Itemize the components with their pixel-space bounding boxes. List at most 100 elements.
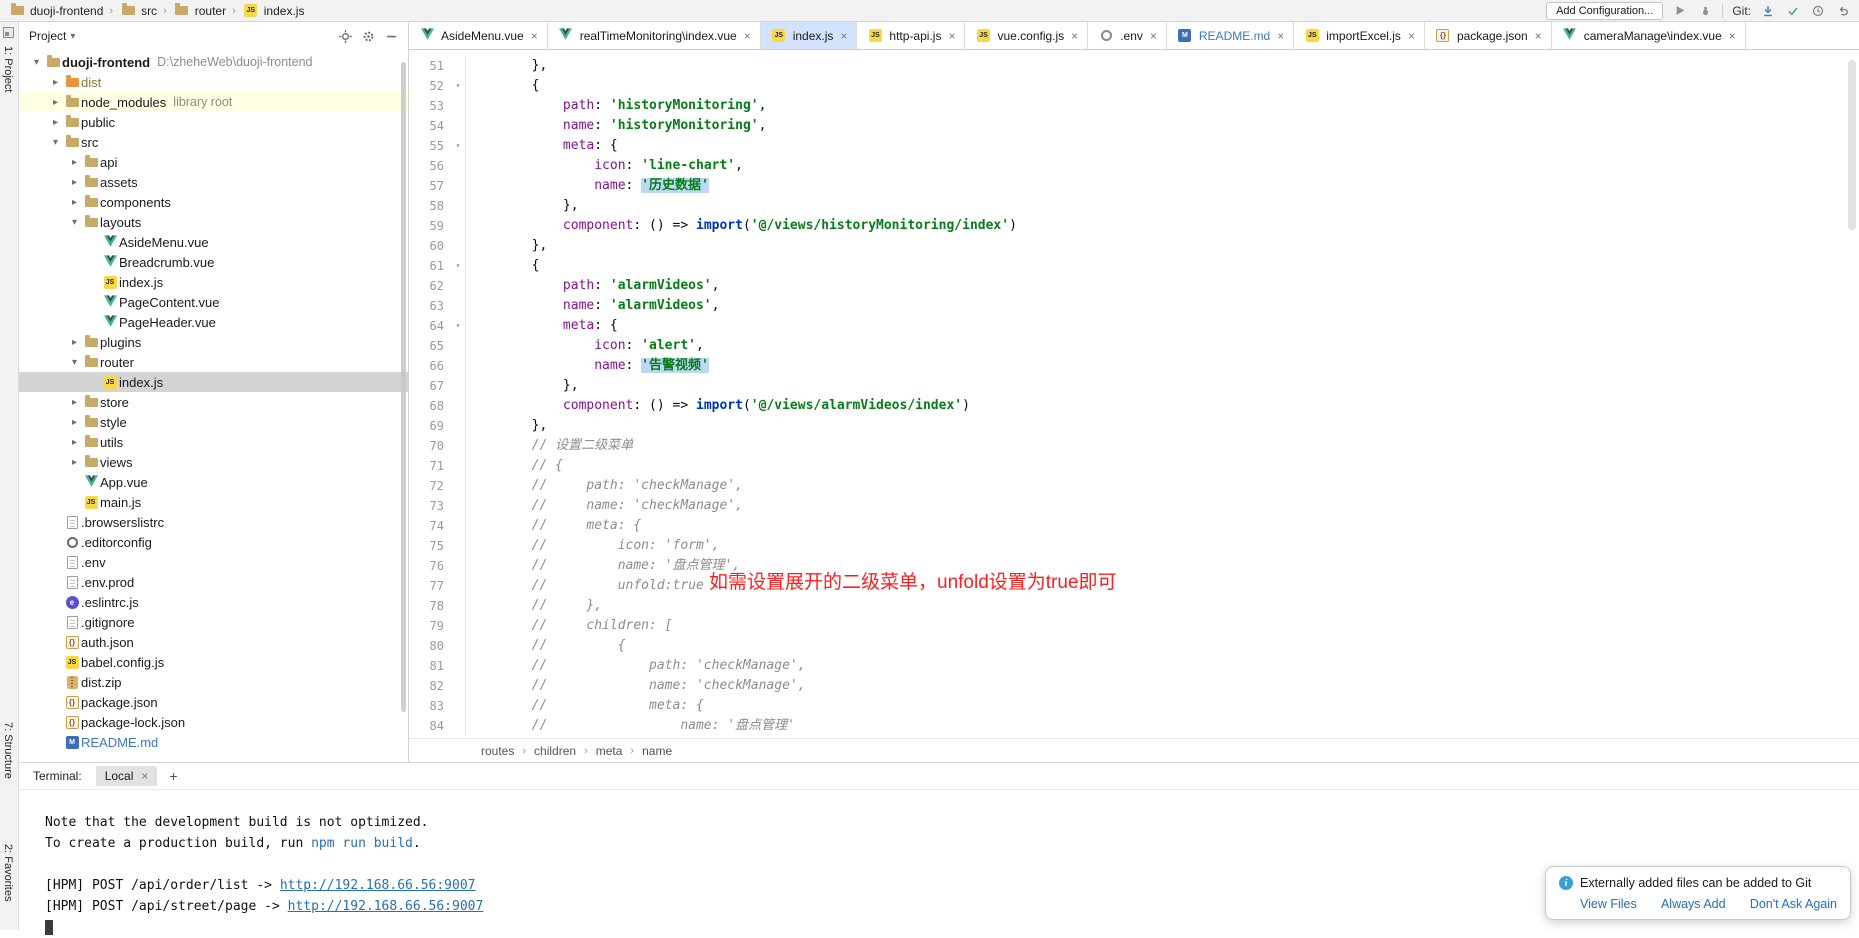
code-line[interactable]: 59 component: () => import('@/views/hist… xyxy=(409,216,1859,236)
tree-item-style[interactable]: ▸style xyxy=(19,412,408,432)
code-line[interactable]: 68 component: () => import('@/views/alar… xyxy=(409,396,1859,416)
tree-item-asidemenu-vue[interactable]: AsideMenu.vue xyxy=(19,232,408,252)
tree-item-readme-md[interactable]: MREADME.md xyxy=(19,732,408,752)
editor-tab-cameramanage-index-vue[interactable]: cameraManage\index.vue× xyxy=(1552,22,1746,49)
tree-item-dist[interactable]: ▸dist xyxy=(19,72,408,92)
line-number[interactable]: 78 xyxy=(409,596,451,616)
breadcrumb-item-duoji-frontend[interactable]: duoji-frontend xyxy=(8,4,103,18)
tree-item-package-lock-json[interactable]: {}package-lock.json xyxy=(19,712,408,732)
editor-code-area[interactable]: 51 },52▾ {53 path: 'historyMonitoring',5… xyxy=(409,50,1859,738)
gear-icon[interactable] xyxy=(361,29,375,43)
tree-item-pagecontent-vue[interactable]: PageContent.vue xyxy=(19,292,408,312)
tree-item--eslintrc-js[interactable]: e.eslintrc.js xyxy=(19,592,408,612)
code-line[interactable]: 69 }, xyxy=(409,416,1859,436)
line-number[interactable]: 73 xyxy=(409,496,451,516)
locate-file-icon[interactable] xyxy=(338,29,352,43)
code-line[interactable]: 80 // { xyxy=(409,636,1859,656)
tree-item-store[interactable]: ▸store xyxy=(19,392,408,412)
tool-windows-icon[interactable] xyxy=(3,27,14,38)
line-number[interactable]: 64 xyxy=(409,316,451,336)
chevron-right-icon[interactable]: ▸ xyxy=(67,157,82,168)
tree-item-babel-config-js[interactable]: JSbabel.config.js xyxy=(19,652,408,672)
line-number[interactable]: 81 xyxy=(409,656,451,676)
fold-marker-icon[interactable]: ▾ xyxy=(451,76,466,96)
chevron-down-icon[interactable]: ▾ xyxy=(67,217,82,228)
tree-item-pageheader-vue[interactable]: PageHeader.vue xyxy=(19,312,408,332)
editor-tab-readme-md[interactable]: MREADME.md× xyxy=(1167,22,1294,49)
code-line[interactable]: 55▾ meta: { xyxy=(409,136,1859,156)
line-number[interactable]: 84 xyxy=(409,716,451,736)
tree-item-src[interactable]: ▾src xyxy=(19,132,408,152)
code-line[interactable]: 79 // children: [ xyxy=(409,616,1859,636)
line-number[interactable]: 82 xyxy=(409,676,451,696)
code-line[interactable]: 54 name: 'historyMonitoring', xyxy=(409,116,1859,136)
chevron-down-icon[interactable]: ▾ xyxy=(70,31,75,42)
close-icon[interactable]: × xyxy=(948,29,955,43)
run-icon[interactable] xyxy=(1672,3,1688,19)
editor-tab--env[interactable]: .env× xyxy=(1088,22,1167,49)
tree-item-plugins[interactable]: ▸plugins xyxy=(19,332,408,352)
stripe-favorites-tab[interactable]: 2: Favorites xyxy=(2,844,14,901)
chevron-right-icon[interactable]: ▸ xyxy=(67,457,82,468)
code-line[interactable]: 63 name: 'alarmVideos', xyxy=(409,296,1859,316)
new-terminal-button[interactable]: + xyxy=(169,768,177,784)
line-number[interactable]: 70 xyxy=(409,436,451,456)
line-number[interactable]: 54 xyxy=(409,116,451,136)
project-panel-title[interactable]: Project xyxy=(29,29,66,43)
chevron-right-icon[interactable]: ▸ xyxy=(48,117,63,128)
breadcrumb-item-router[interactable]: router xyxy=(173,4,226,18)
code-line[interactable]: 61▾ { xyxy=(409,256,1859,276)
line-number[interactable]: 69 xyxy=(409,416,451,436)
notification-action-view-files[interactable]: View Files xyxy=(1580,897,1637,911)
git-update-icon[interactable] xyxy=(1760,3,1776,19)
fold-marker-icon[interactable]: ▾ xyxy=(451,136,466,156)
chevron-right-icon[interactable]: ▸ xyxy=(67,177,82,188)
line-number[interactable]: 77 xyxy=(409,576,451,596)
line-number[interactable]: 59 xyxy=(409,216,451,236)
code-line[interactable]: 76 // name: '盘点管理', xyxy=(409,556,1859,576)
code-line[interactable]: 77 // unfold:true xyxy=(409,576,1859,596)
code-line[interactable]: 56 icon: 'line-chart', xyxy=(409,156,1859,176)
hide-panel-icon[interactable] xyxy=(384,29,398,43)
tree-item-index-js[interactable]: JSindex.js xyxy=(19,272,408,292)
tree-item-public[interactable]: ▸public xyxy=(19,112,408,132)
line-number[interactable]: 65 xyxy=(409,336,451,356)
rollback-icon[interactable] xyxy=(1835,3,1851,19)
line-number[interactable]: 58 xyxy=(409,196,451,216)
code-line[interactable]: 70 // 设置二级菜单 xyxy=(409,436,1859,456)
tree-item-views[interactable]: ▸views xyxy=(19,452,408,472)
fold-marker-icon[interactable]: ▾ xyxy=(451,316,466,336)
tree-item--editorconfig[interactable]: .editorconfig xyxy=(19,532,408,552)
tree-item-app-vue[interactable]: App.vue xyxy=(19,472,408,492)
tree-item--gitignore[interactable]: .gitignore xyxy=(19,612,408,632)
tree-item-node-modules[interactable]: ▸node_moduleslibrary root xyxy=(19,92,408,112)
line-number[interactable]: 52 xyxy=(409,76,451,96)
terminal-link[interactable]: http://192.168.66.56:9007 xyxy=(280,878,476,893)
project-scrollbar[interactable] xyxy=(401,62,406,712)
terminal-tab-local[interactable]: Local × xyxy=(96,766,158,786)
code-line[interactable]: 60 }, xyxy=(409,236,1859,256)
code-line[interactable]: 73 // name: 'checkManage', xyxy=(409,496,1859,516)
line-number[interactable]: 72 xyxy=(409,476,451,496)
code-line[interactable]: 53 path: 'historyMonitoring', xyxy=(409,96,1859,116)
tree-item-main-js[interactable]: JSmain.js xyxy=(19,492,408,512)
tree-item-auth-json[interactable]: {}auth.json xyxy=(19,632,408,652)
tree-item--env[interactable]: .env xyxy=(19,552,408,572)
code-line[interactable]: 78 // }, xyxy=(409,596,1859,616)
chevron-right-icon[interactable]: ▸ xyxy=(67,337,82,348)
chevron-right-icon[interactable]: ▸ xyxy=(67,197,82,208)
code-line[interactable]: 51 }, xyxy=(409,56,1859,76)
breadcrumb-item-index-js[interactable]: JSindex.js xyxy=(242,4,305,18)
editor-tab-index-js[interactable]: JSindex.js× xyxy=(761,22,858,49)
line-number[interactable]: 60 xyxy=(409,236,451,256)
code-line[interactable]: 83 // meta: { xyxy=(409,696,1859,716)
code-line[interactable]: 84 // name: '盘点管理' xyxy=(409,716,1859,736)
chevron-down-icon[interactable]: ▾ xyxy=(67,357,82,368)
tree-item-components[interactable]: ▸components xyxy=(19,192,408,212)
code-breadcrumb-routes[interactable]: routes xyxy=(481,744,514,758)
code-line[interactable]: 72 // path: 'checkManage', xyxy=(409,476,1859,496)
tree-item-layouts[interactable]: ▾layouts xyxy=(19,212,408,232)
line-number[interactable]: 63 xyxy=(409,296,451,316)
stripe-project-tab[interactable]: 1: Project xyxy=(2,46,14,92)
tree-item--browserslistrc[interactable]: .browserslistrc xyxy=(19,512,408,532)
